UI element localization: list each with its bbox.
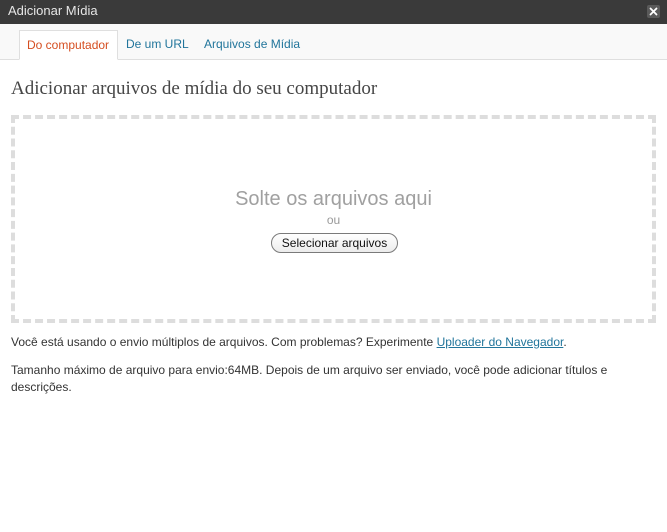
select-files-button[interactable]: Selecionar arquivos	[271, 233, 398, 253]
tab-from-computer[interactable]: Do computador	[19, 30, 118, 60]
tab-bar: Do computador De um URL Arquivos de Mídi…	[0, 24, 667, 60]
page-title: Adicionar arquivos de mídia do seu compu…	[11, 78, 378, 99]
multi-upload-info: Você está usando o envio múltiplos de ar…	[11, 334, 656, 351]
or-text: ou	[326, 213, 341, 227]
browser-uploader-link[interactable]: Uploader do Navegador	[437, 335, 564, 349]
drop-zone[interactable]: Solte os arquivos aqui ou Selecionar arq…	[11, 115, 656, 323]
window-title: Adicionar Mídia	[8, 3, 98, 18]
tab-from-url[interactable]: De um URL	[119, 30, 196, 58]
drop-files-text: Solte os arquivos aqui	[235, 188, 432, 210]
close-icon[interactable]	[647, 5, 660, 18]
multi-upload-text: Você está usando o envio múltiplos de ar…	[11, 335, 437, 349]
multi-upload-end: .	[563, 335, 567, 349]
tab-media-library[interactable]: Arquivos de Mídia	[197, 30, 307, 58]
titlebar: Adicionar Mídia	[0, 0, 667, 24]
max-size-info: Tamanho máximo de arquivo para envio:64M…	[11, 363, 608, 394]
